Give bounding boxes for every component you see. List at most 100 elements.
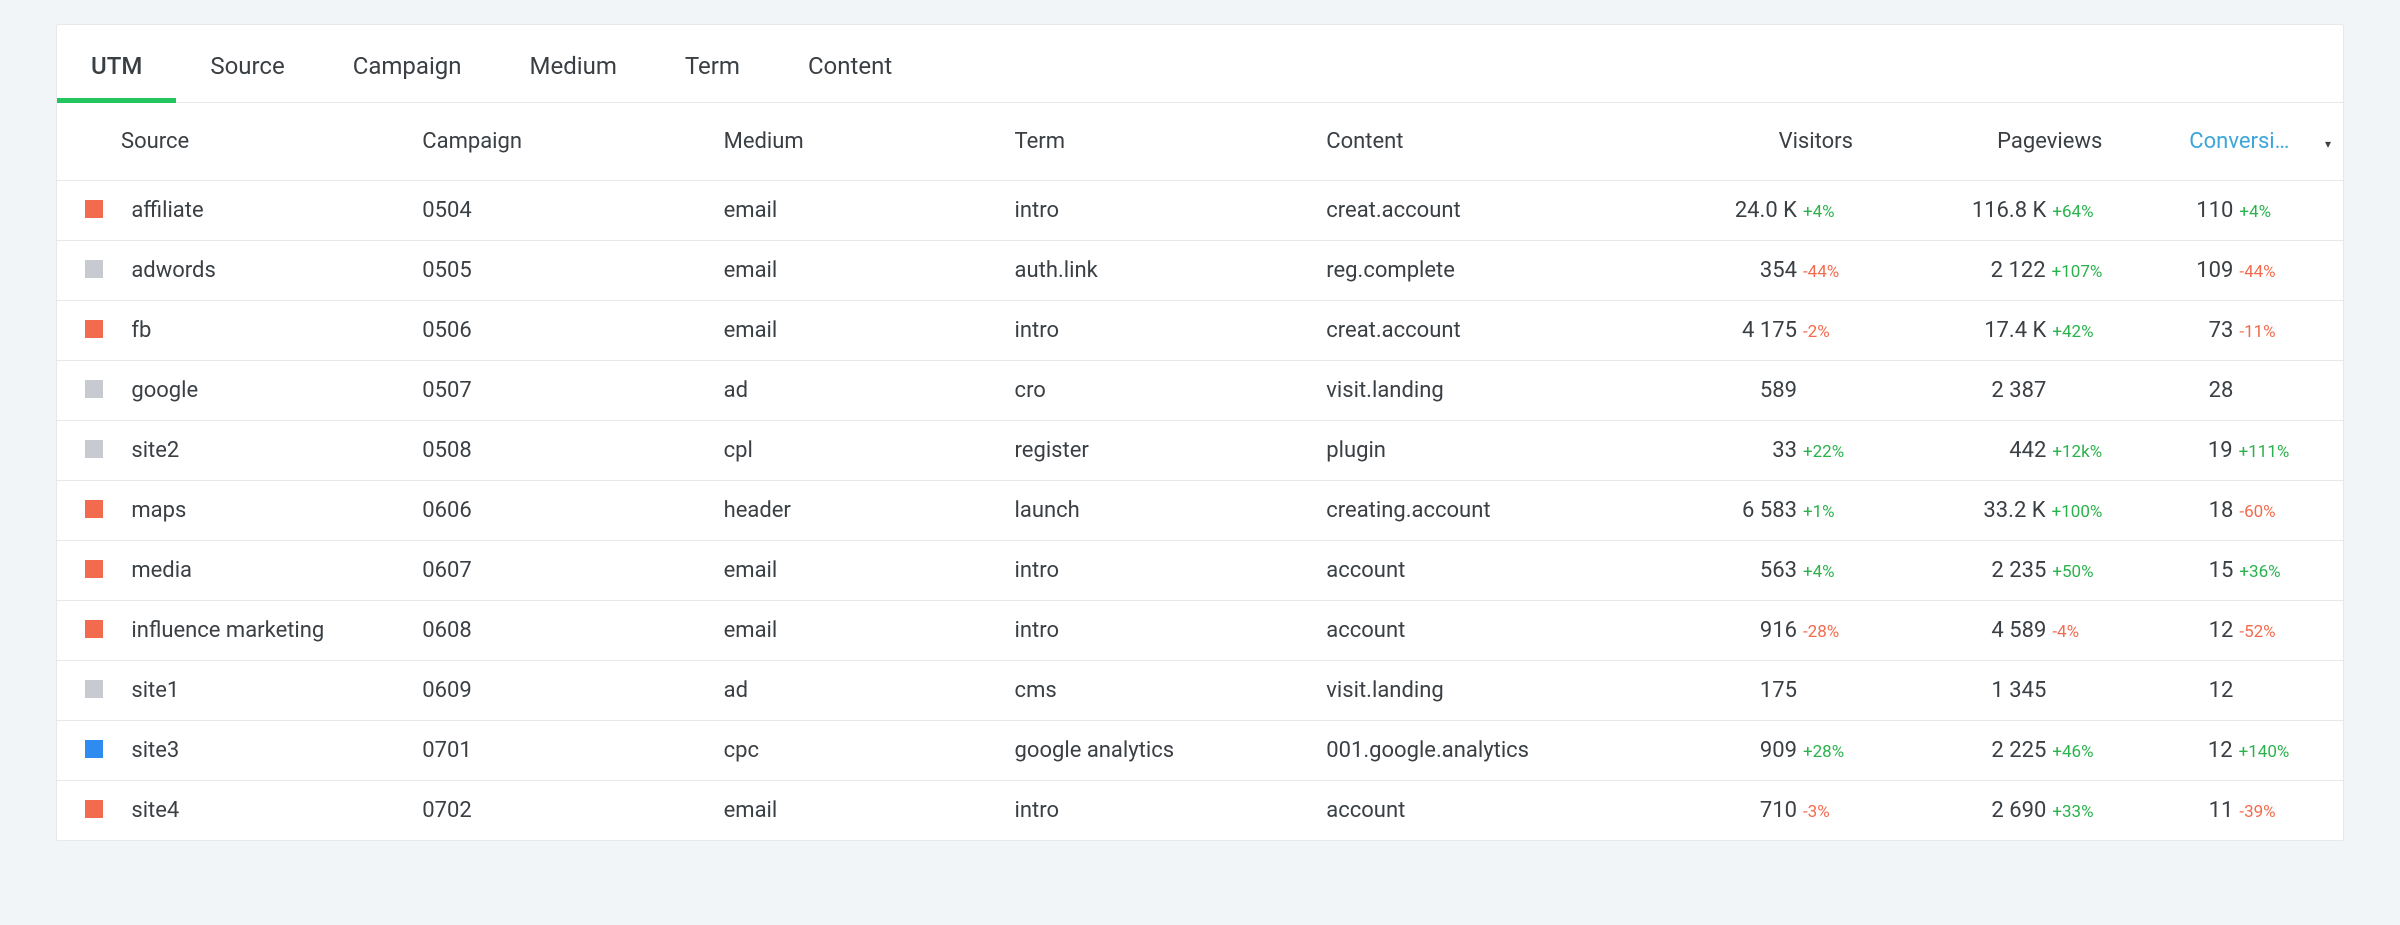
- cell-pageviews: 4 589-4%: [1865, 601, 2114, 661]
- cell-visitors: 175.: [1626, 661, 1865, 721]
- visitors-delta: +28%: [1803, 742, 1853, 762]
- pageviews-value: 2 225: [1991, 738, 2046, 763]
- cell-term: google analytics: [1003, 721, 1315, 781]
- tab-content[interactable]: Content: [774, 28, 926, 102]
- visitors-delta: +4%: [1803, 562, 1853, 582]
- cell-campaign: 0504: [410, 181, 711, 241]
- cell-content: creat.account: [1314, 301, 1626, 361]
- tab-medium[interactable]: Medium: [496, 28, 651, 102]
- cell-pageviews: 1 345.: [1865, 661, 2114, 721]
- table-row[interactable]: site30701cpcgoogle analytics001.google.a…: [57, 721, 2343, 781]
- cell-medium: email: [712, 541, 1003, 601]
- table-row[interactable]: media0607emailintroaccount563+4%2 235+50…: [57, 541, 2343, 601]
- visitors-value: 24.0 K: [1735, 198, 1797, 223]
- cell-source: maps: [119, 481, 410, 541]
- cell-medium: email: [712, 181, 1003, 241]
- row-color-swatch: [57, 781, 119, 841]
- tab-source[interactable]: Source: [176, 28, 318, 102]
- col-campaign[interactable]: Campaign: [410, 103, 711, 181]
- square-icon: [85, 740, 103, 758]
- visitors-value: 175: [1760, 678, 1797, 703]
- cell-campaign: 0606: [410, 481, 711, 541]
- table-row[interactable]: site10609adcmsvisit.landing175.1 345.12.: [57, 661, 2343, 721]
- square-icon: [85, 800, 103, 818]
- conversions-value: 73: [2209, 318, 2234, 343]
- square-icon: [85, 320, 103, 338]
- table-row[interactable]: site20508cplregisterplugin33+22%442+12k%…: [57, 421, 2343, 481]
- cell-medium: email: [712, 301, 1003, 361]
- conversions-delta: -39%: [2239, 802, 2289, 822]
- pageviews-delta: +46%: [2052, 742, 2102, 762]
- row-color-swatch: [57, 421, 119, 481]
- col-source[interactable]: Source: [57, 103, 410, 181]
- cell-term: launch: [1003, 481, 1315, 541]
- row-color-swatch: [57, 541, 119, 601]
- cell-visitors: 24.0 K +4%: [1626, 181, 1865, 241]
- conversions-delta: -60%: [2239, 502, 2289, 522]
- conversions-delta: -11%: [2239, 322, 2289, 342]
- pageviews-value: 17.4 K: [1984, 318, 2046, 343]
- row-color-swatch: [57, 301, 119, 361]
- conversions-delta: +4%: [2239, 202, 2289, 222]
- visitors-delta: +4%: [1803, 202, 1853, 222]
- tab-term[interactable]: Term: [651, 28, 774, 102]
- cell-content: visit.landing: [1314, 661, 1626, 721]
- conversions-value: 28: [2209, 378, 2234, 403]
- cell-campaign: 0507: [410, 361, 711, 421]
- cell-conversions: 12+140%: [2114, 721, 2301, 781]
- row-color-swatch: [57, 661, 119, 721]
- pageviews-value: 2 690: [1991, 798, 2046, 823]
- row-trailing-spacer: [2301, 181, 2343, 241]
- cell-pageviews: 2 225 +46%: [1865, 721, 2114, 781]
- cell-conversions: 73-11%: [2114, 301, 2301, 361]
- cell-campaign: 0702: [410, 781, 711, 841]
- cell-visitors: 6 583+1%: [1626, 481, 1865, 541]
- cell-pageviews: 33.2 K+100%: [1865, 481, 2114, 541]
- cell-source: adwords: [119, 241, 410, 301]
- col-sort-indicator[interactable]: ▾: [2301, 103, 2343, 181]
- cell-medium: ad: [712, 661, 1003, 721]
- table-row[interactable]: influence marketing0608emailintroaccount…: [57, 601, 2343, 661]
- cell-pageviews: 2 235+50%: [1865, 541, 2114, 601]
- col-medium[interactable]: Medium: [712, 103, 1003, 181]
- tab-campaign[interactable]: Campaign: [319, 28, 496, 102]
- cell-content: account: [1314, 601, 1626, 661]
- square-icon: [85, 260, 103, 278]
- cell-pageviews: 17.4 K+42%: [1865, 301, 2114, 361]
- cell-source: media: [119, 541, 410, 601]
- conversions-value: 12: [2208, 738, 2233, 763]
- table-row[interactable]: adwords0505emailauth.linkreg.complete354…: [57, 241, 2343, 301]
- col-visitors[interactable]: Visitors: [1626, 103, 1865, 181]
- cell-medium: cpl: [712, 421, 1003, 481]
- pageviews-value: 33.2 K: [1983, 498, 2045, 523]
- col-conversions[interactable]: Conversi…: [2114, 103, 2301, 181]
- table-row[interactable]: maps0606headerlaunchcreating.account6 58…: [57, 481, 2343, 541]
- row-trailing-spacer: [2301, 781, 2343, 841]
- table-row[interactable]: google0507adcrovisit.landing589.2 387.28…: [57, 361, 2343, 421]
- table-row[interactable]: affiliate0504emailintrocreat.account24.0…: [57, 181, 2343, 241]
- table-row[interactable]: site40702emailintroaccount710-3%2 690+33…: [57, 781, 2343, 841]
- pageviews-value: 2 122: [1991, 258, 2046, 283]
- utm-table-panel: UTMSourceCampaignMediumTermContent Sourc…: [56, 24, 2344, 841]
- cell-term: intro: [1003, 541, 1315, 601]
- cell-conversions: 19+111%: [2114, 421, 2301, 481]
- cell-source: site4: [119, 781, 410, 841]
- cell-medium: email: [712, 601, 1003, 661]
- col-term[interactable]: Term: [1003, 103, 1315, 181]
- cell-visitors: 563+4%: [1626, 541, 1865, 601]
- visitors-value: 916: [1760, 618, 1797, 643]
- cell-term: cms: [1003, 661, 1315, 721]
- square-icon: [85, 380, 103, 398]
- table-row[interactable]: fb0506emailintrocreat.account4 175-2%17.…: [57, 301, 2343, 361]
- cell-pageviews: 442+12k%: [1865, 421, 2114, 481]
- cell-term: register: [1003, 421, 1315, 481]
- tab-utm[interactable]: UTM: [57, 28, 176, 102]
- cell-conversions: 15+36%: [2114, 541, 2301, 601]
- col-content[interactable]: Content: [1314, 103, 1626, 181]
- cell-visitors: 710-3%: [1626, 781, 1865, 841]
- col-pageviews[interactable]: Pageviews: [1865, 103, 2114, 181]
- conversions-value: 12: [2209, 618, 2234, 643]
- cell-content: creat.account: [1314, 181, 1626, 241]
- row-color-swatch: [57, 601, 119, 661]
- conversions-delta: +36%: [2239, 562, 2289, 582]
